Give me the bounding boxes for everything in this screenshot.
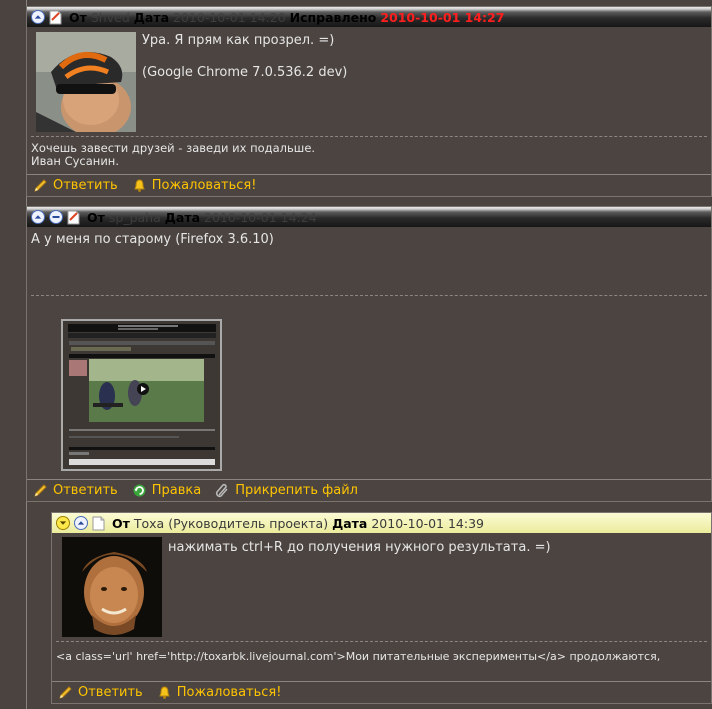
- complain-button[interactable]: Пожаловаться!: [157, 685, 282, 700]
- attachment-thumbnail[interactable]: [61, 319, 222, 471]
- post-actions: Ответить Правка Прикрепить файл: [27, 479, 711, 501]
- minus-icon[interactable]: [49, 210, 63, 224]
- signature: Хочешь завести друзей - заведи их подаль…: [31, 136, 707, 168]
- post-text: А у меня по старому (Firefox 3.6.10): [31, 232, 274, 247]
- reply-label: Ответить: [53, 178, 118, 193]
- author-name[interactable]: Shved: [91, 10, 130, 25]
- paperclip-icon: [216, 483, 228, 498]
- reply-button[interactable]: Ответить: [58, 685, 143, 700]
- pencil-icon: [34, 179, 47, 192]
- signature: <a class='url' href='http://toxarbk.live…: [56, 641, 707, 663]
- collapse-up-icon[interactable]: [74, 516, 88, 530]
- reply-button[interactable]: Ответить: [33, 178, 118, 193]
- post-date: 2010-10-01 14:20: [173, 9, 286, 25]
- reply-label: Ответить: [53, 483, 118, 498]
- document-icon: [92, 516, 106, 531]
- reply-button[interactable]: Ответить: [33, 483, 118, 498]
- from-label: От: [69, 9, 87, 25]
- pencil-icon: [34, 484, 47, 497]
- date-label: Дата: [164, 209, 200, 225]
- signature-line: Хочешь завести друзей - заведи их подаль…: [31, 141, 316, 155]
- signature-line: Иван Сусанин.: [31, 154, 119, 168]
- collapse-up-icon[interactable]: [31, 210, 45, 224]
- edited-doc-icon: [49, 10, 63, 25]
- from-label: От: [87, 209, 105, 225]
- reply-label: Ответить: [78, 685, 143, 700]
- post-text-line: (Google Chrome 7.0.536.2 dev): [142, 65, 348, 80]
- collapse-up-icon[interactable]: [31, 10, 45, 24]
- pencil-icon: [59, 686, 72, 699]
- post-toha: От Тоха (Руководитель проекта) Дата 2010…: [51, 512, 712, 704]
- complain-button[interactable]: Пожаловаться!: [132, 178, 257, 193]
- post-text-line: Ура. Я прям как прозрел. =): [142, 33, 335, 48]
- from-label: От: [112, 515, 130, 531]
- post-date: 2010-10-01 14:39: [371, 515, 484, 531]
- refresh-icon: [133, 484, 146, 497]
- divider: [31, 295, 707, 296]
- edited-label: Исправлено: [289, 9, 377, 25]
- post-text: нажимать ctrl+R до получения нужного рез…: [168, 540, 551, 555]
- date-label: Дата: [332, 515, 368, 531]
- post-header: От Shved Дата 2010-10-01 14:20 Исправлен…: [27, 7, 711, 27]
- post-actions: Ответить Пожаловаться!: [27, 174, 711, 196]
- attach-file-button[interactable]: Прикрепить файл: [215, 483, 358, 498]
- complain-label: Пожаловаться!: [176, 685, 282, 700]
- edited-date: 2010-10-01 14:27: [380, 9, 505, 25]
- signature-line: <a class='url' href='http://toxarbk.live…: [56, 650, 661, 663]
- post-shved: От Shved Дата 2010-10-01 14:20 Исправлен…: [26, 6, 712, 197]
- edit-label: Правка: [151, 483, 202, 498]
- post-text: Ура. Я прям как прозрел. =) (Google Chro…: [142, 33, 702, 81]
- author-name[interactable]: Тоха (Руководитель проекта): [134, 516, 328, 531]
- edit-button[interactable]: Правка: [132, 483, 201, 498]
- post-sp-paha: От sp_paha Дата 2010-10-01 14:24 А у мен…: [26, 206, 712, 502]
- date-label: Дата: [133, 9, 170, 25]
- collapse-down-icon[interactable]: [56, 516, 70, 530]
- bell-icon: [159, 686, 170, 699]
- post-date: 2010-10-01 14:24: [204, 209, 317, 225]
- avatar: [36, 32, 136, 132]
- bell-icon: [134, 179, 145, 192]
- post-actions: Ответить Пожаловаться!: [52, 681, 711, 703]
- edited-doc-icon: [67, 210, 81, 225]
- author-name[interactable]: sp_paha: [109, 210, 161, 225]
- complain-label: Пожаловаться!: [151, 178, 257, 193]
- post-header: От sp_paha Дата 2010-10-01 14:24: [27, 207, 711, 227]
- attach-label: Прикрепить файл: [235, 483, 358, 498]
- post-header: От Тоха (Руководитель проекта) Дата 2010…: [52, 513, 711, 533]
- avatar: [62, 537, 162, 637]
